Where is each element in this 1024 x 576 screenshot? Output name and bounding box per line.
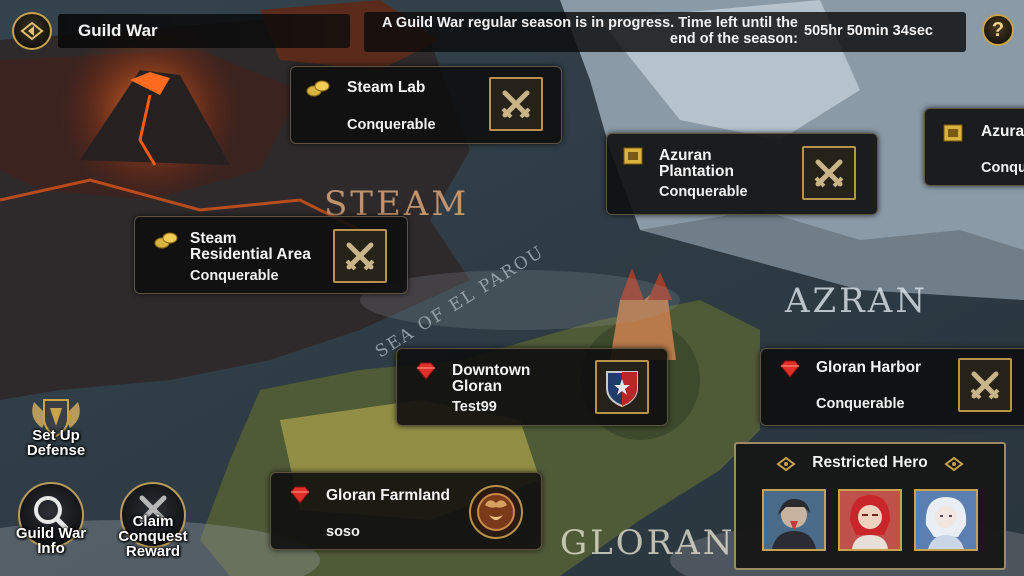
setup-defense-line1: Set Up <box>32 427 80 444</box>
hero-portrait-3[interactable] <box>914 489 978 551</box>
territory-name-line2: Residential Area <box>190 246 311 263</box>
claim-reward-label: Claim Conquest Reward <box>100 514 206 559</box>
gold-crest-icon <box>623 147 643 165</box>
season-message-line2: end of the season: <box>669 31 798 47</box>
territory-status: Conquerable <box>347 117 436 133</box>
territory-name: Gloran Farmland <box>326 487 451 504</box>
gold-coins-icon <box>306 80 330 97</box>
territory-name: Azura <box>981 123 1024 140</box>
back-button[interactable] <box>12 12 52 50</box>
territory-card-gloran-harbor[interactable]: Gloran Harbor Conquerable <box>760 348 1024 426</box>
setup-defense-line2: Defense <box>26 442 86 459</box>
claim-reward-line2: Conquest <box>118 528 188 545</box>
territory-name: Gloran Harbor <box>816 359 922 376</box>
territory-owner: soso <box>326 524 360 540</box>
territory-owner: Test99 <box>452 399 497 415</box>
territory-name: Downtown Gloran <box>452 363 530 395</box>
map-label-gloran: GLORAN <box>560 523 736 563</box>
guild-war-info-button[interactable]: Guild War Info <box>16 482 86 556</box>
territory-card-azuran-plantation[interactable]: Azuran Plantation Conquerable <box>606 133 878 215</box>
territory-name-line1: Azuran <box>659 147 712 164</box>
setup-defense-button[interactable]: Set Up Defense <box>26 392 86 462</box>
crossed-swords-icon <box>802 146 856 200</box>
help-icon: ? <box>991 19 1005 41</box>
territory-name: Steam Residential Area <box>190 231 311 263</box>
season-message-line1: A Guild War regular season is in progres… <box>381 15 798 31</box>
map-label-azran: AZRAN <box>784 281 928 321</box>
territory-card-steam-lab[interactable]: Steam Lab Conquerable <box>290 66 562 144</box>
hero-portrait-1[interactable] <box>762 489 826 551</box>
territory-name-line1: Downtown <box>452 362 531 379</box>
back-arrow-icon <box>20 21 44 41</box>
territory-name: Azuran Plantation <box>659 148 734 180</box>
gold-coins-icon <box>154 232 178 249</box>
crossed-swords-icon <box>489 77 543 131</box>
red-gem-icon <box>416 362 436 380</box>
season-message: A Guild War regular season is in progres… <box>368 15 798 47</box>
crossed-swords-icon <box>333 229 387 283</box>
gold-crest-icon <box>943 124 963 142</box>
guild-war-info-line2: Info <box>37 540 65 557</box>
claim-conquest-reward-button[interactable]: Claim Conquest Reward <box>118 482 188 559</box>
territory-name-line1: Steam <box>190 230 237 247</box>
guild-emblem-icon <box>469 485 523 539</box>
territory-status: Conquerable <box>659 184 748 200</box>
territory-name: Steam Lab <box>347 79 426 96</box>
guild-war-info-line1: Guild War <box>15 525 87 542</box>
claim-reward-line3: Reward <box>125 543 181 560</box>
hero-portrait-2[interactable] <box>838 489 902 551</box>
top-bar: Guild War A Guild War regular season is … <box>0 0 1024 56</box>
territory-status: Conqu <box>981 160 1024 176</box>
territory-card-gloran-farmland[interactable]: Gloran Farmland soso <box>270 472 542 550</box>
guild-war-info-label: Guild War Info <box>0 526 104 556</box>
territory-name-line2: Plantation <box>659 163 734 180</box>
territory-card-steam-residential[interactable]: Steam Residential Area Conquerable <box>134 216 408 294</box>
help-button[interactable]: ? <box>982 14 1014 46</box>
season-time-left: 505hr 50min 34sec <box>804 23 933 39</box>
season-info: A Guild War regular season is in progres… <box>364 12 966 52</box>
red-gem-icon <box>290 486 310 504</box>
page-title: Guild War <box>78 21 158 40</box>
diamond-ornament-icon <box>944 456 964 472</box>
territory-name-line2: Gloran <box>452 378 502 395</box>
setup-defense-label: Set Up Defense <box>6 428 106 458</box>
guild-shield-icon <box>595 360 649 414</box>
red-gem-icon <box>780 360 800 378</box>
title-plate: Guild War <box>58 14 350 48</box>
territory-card-azuran-partial[interactable]: Azura Conqu <box>924 108 1024 186</box>
territory-status: Conquerable <box>190 268 279 284</box>
crossed-swords-icon <box>958 358 1012 412</box>
territory-status: Conquerable <box>816 396 905 412</box>
restricted-hero-panel: Restricted Hero <box>734 442 1006 570</box>
claim-reward-line1: Claim <box>132 513 174 530</box>
territory-card-downtown-gloran[interactable]: Downtown Gloran Test99 <box>396 348 668 426</box>
